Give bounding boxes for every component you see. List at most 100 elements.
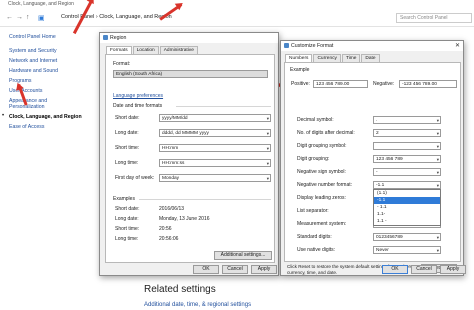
sidebar-item-home[interactable]: Control Panel Home: [9, 34, 56, 40]
chevron-down-icon: ▾: [266, 146, 269, 151]
dropdown-option-selected[interactable]: -1.1: [374, 197, 440, 204]
customize-format-dialog: Customize Format ✕ Numbers Currency Time…: [280, 40, 464, 276]
region-icon: [103, 35, 108, 40]
tab-location[interactable]: Location: [132, 46, 159, 54]
bullet-icon: •: [2, 113, 5, 119]
example-short-time-value: 20:56: [159, 226, 172, 232]
chevron-down-icon: ▾: [436, 157, 439, 162]
dropdown-option[interactable]: - 1.1: [374, 204, 440, 211]
digit-grouping-symbol-select[interactable]: ▾: [373, 142, 441, 150]
dropdown-option[interactable]: (1.1): [374, 190, 440, 197]
customize-icon: [284, 43, 289, 48]
example-long-time-value: 20:56:06: [159, 236, 179, 242]
example-long-date-label: Long date:: [115, 216, 139, 222]
format-select[interactable]: English (South Africa): [113, 70, 268, 78]
leading-zeros-label: Display leading zeros:: [297, 195, 346, 201]
negative-number-format-select[interactable]: -1.1 ▾: [373, 181, 441, 189]
chevron-down-icon: ▾: [266, 176, 269, 181]
forward-icon[interactable]: →: [16, 14, 23, 21]
customize-cancel-button[interactable]: Cancel: [411, 265, 437, 274]
up-icon[interactable]: ↑: [26, 14, 30, 21]
date-time-formats-header: Date and time formats: [113, 103, 163, 109]
standard-digits-label: Standard digits:: [297, 234, 332, 240]
short-time-select[interactable]: HH:mm ▾: [159, 144, 271, 152]
back-icon[interactable]: ←: [6, 14, 13, 21]
numbers-panel: Example Positive: 123 456 789.00 Negativ…: [284, 62, 461, 262]
short-time-label: Short time:: [115, 145, 140, 151]
chevron-down-icon: ▾: [436, 183, 439, 188]
sidebar-item-ease-of-access[interactable]: Ease of Access: [9, 124, 44, 130]
example-short-date-value: 2016/06/13: [159, 206, 185, 212]
customize-ok-button[interactable]: OK: [382, 265, 408, 274]
sidebar-item-network[interactable]: Network and Internet: [9, 58, 57, 64]
negative-sign-label: Negative sign symbol:: [297, 169, 346, 175]
example-long-time-label: Long time:: [115, 236, 139, 242]
first-day-select[interactable]: Monday ▾: [159, 174, 271, 182]
chevron-down-icon: ▾: [436, 118, 439, 123]
sidebar: Control Panel Home System and Security N…: [0, 30, 100, 310]
related-settings-link[interactable]: Additional date, time, & regional settin…: [144, 302, 251, 308]
chevron-down-icon: ▾: [436, 144, 439, 149]
standard-digits-select[interactable]: 0123456789 ▾: [373, 233, 441, 241]
example-long-date-value: Monday, 13 June 2016: [159, 216, 210, 222]
sidebar-item-system-security[interactable]: System and Security: [9, 48, 57, 54]
region-dialog: Region Formats Location Administrative F…: [99, 32, 279, 276]
chevron-down-icon: ▾: [266, 161, 269, 166]
breadcrumb[interactable]: Control Panel › Clock, Language, and Reg…: [58, 13, 388, 23]
tab-time[interactable]: Time: [341, 54, 361, 62]
breadcrumb-control-panel[interactable]: Control Panel: [61, 14, 94, 20]
dropdown-option[interactable]: 1.1-: [374, 211, 440, 218]
search-input[interactable]: Search Control Panel: [396, 13, 472, 23]
sidebar-item-appearance[interactable]: Appearance and Personalization: [9, 98, 59, 110]
sidebar-item-clock-language-region[interactable]: Clock, Language, and Region: [9, 114, 82, 120]
digit-grouping-symbol-label: Digit grouping symbol:: [297, 143, 347, 149]
positive-label: Positive:: [291, 81, 310, 87]
window-title: Clock, Language, and Region: [8, 1, 74, 7]
tab-date[interactable]: Date: [361, 54, 380, 62]
region-ok-button[interactable]: OK: [193, 265, 219, 274]
native-digits-select[interactable]: Never ▾: [373, 246, 441, 254]
digits-after-decimal-label: No. of digits after decimal:: [297, 130, 355, 136]
long-date-select[interactable]: dddd, dd MMMM yyyy ▾: [159, 129, 271, 137]
long-time-select[interactable]: HH:mm:ss ▾: [159, 159, 271, 167]
example-short-date-label: Short date:: [115, 206, 140, 212]
list-separator-label: List separator:: [297, 208, 329, 214]
region-dialog-title: Region: [110, 35, 127, 41]
measurement-system-label: Measurement system:: [297, 221, 347, 227]
long-time-label: Long time:: [115, 160, 139, 166]
chevron-down-icon: ▾: [266, 116, 269, 121]
tab-currency[interactable]: Currency: [313, 54, 341, 62]
close-icon[interactable]: ✕: [455, 42, 460, 49]
decimal-symbol-select[interactable]: . ▾: [373, 116, 441, 124]
example-header: Example: [290, 67, 310, 73]
format-label: Format:: [113, 61, 131, 67]
negative-example: -123 456 789.00: [399, 80, 457, 88]
customize-dialog-titlebar: Customize Format ✕: [281, 41, 463, 51]
short-date-select[interactable]: yyyy/MM/dd ▾: [159, 114, 271, 122]
tab-administrative[interactable]: Administrative: [159, 46, 198, 54]
positive-example: 123 456 789.00: [313, 80, 368, 88]
related-settings-heading: Related settings: [144, 284, 216, 295]
language-preferences-link[interactable]: Language preferences: [113, 93, 163, 99]
region-apply-button[interactable]: Apply: [251, 265, 277, 274]
negative-label: Negative:: [373, 81, 395, 87]
digits-after-decimal-select[interactable]: 2 ▾: [373, 129, 441, 137]
digit-grouping-select[interactable]: 123 456 789 ▾: [373, 155, 441, 163]
negative-format-dropdown-list: (1.1) -1.1 - 1.1 1.1- 1.1 -: [373, 189, 441, 226]
chevron-down-icon: ▾: [436, 248, 439, 253]
tab-formats[interactable]: Formats: [106, 46, 132, 54]
formats-panel: Format: English (South Africa) Language …: [105, 54, 275, 263]
examples-header: Examples: [113, 196, 135, 202]
region-cancel-button[interactable]: Cancel: [222, 265, 248, 274]
dropdown-option[interactable]: 1.1 -: [374, 218, 440, 225]
sidebar-item-hardware[interactable]: Hardware and Sound: [9, 68, 58, 74]
chevron-down-icon: ▾: [266, 131, 269, 136]
negative-number-format-label: Negative number format:: [297, 182, 353, 188]
address-bar: ← → ↑ ▣ Control Panel › Clock, Language,…: [0, 9, 474, 27]
sidebar-item-user-accounts[interactable]: User Accounts: [9, 88, 42, 94]
negative-sign-select[interactable]: - ▾: [373, 168, 441, 176]
customize-apply-button[interactable]: Apply: [440, 265, 466, 274]
additional-settings-button[interactable]: Additional settings...: [214, 251, 272, 260]
tab-numbers[interactable]: Numbers: [285, 54, 313, 62]
control-panel-icon: ▣: [38, 15, 45, 22]
